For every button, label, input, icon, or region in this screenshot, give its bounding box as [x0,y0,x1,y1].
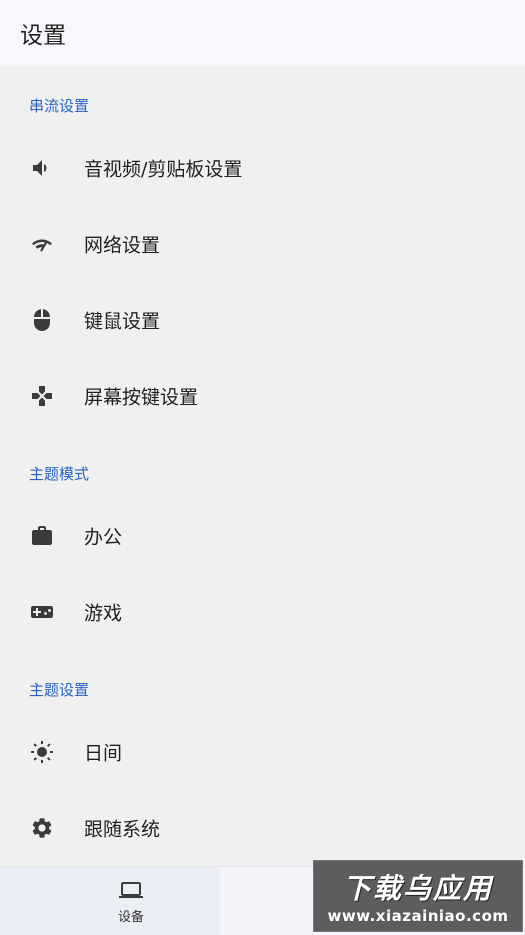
setting-item-label: 游戏 [84,602,123,625]
watermark-url: www.xiazainiao.com [327,907,509,925]
laptop-icon [119,882,143,898]
setting-item-keyboard-mouse[interactable]: 键鼠设置 [0,290,525,350]
gear-icon [30,816,54,840]
section-header-streaming: 串流设置 [29,97,90,115]
nav-item-label: 设备 [117,910,144,925]
section-header-theme-mode: 主题模式 [29,465,90,483]
app-bar: 设置 [0,0,525,66]
watermark-title: 下载乌应用 [342,872,493,905]
setting-item-label: 办公 [84,526,123,549]
setting-item-av-clipboard[interactable]: 音视频/剪贴板设置 [0,138,525,198]
setting-item-label: 音视频/剪贴板设置 [84,158,243,181]
setting-item-game[interactable]: 游戏 [0,582,525,642]
setting-item-label: 键鼠设置 [84,310,161,333]
setting-item-screen-keys[interactable]: 屏幕按键设置 [0,366,525,426]
wifi-signal-icon [30,232,54,256]
setting-item-follow-system[interactable]: 跟随系统 [0,798,525,858]
game-controller-icon [30,600,54,624]
setting-item-label: 跟随系统 [84,818,161,841]
settings-list: 串流设置 音视频/剪贴板设置 网络设置 键鼠设置 屏幕按键设置 主题模式 办公 [0,66,525,866]
setting-item-label: 网络设置 [84,234,161,257]
nav-item-devices[interactable]: 设备 [0,867,220,935]
setting-item-daytime[interactable]: 日间 [0,722,525,782]
setting-item-office[interactable]: 办公 [0,506,525,566]
watermark-logo: 下载乌应用 www.xiazainiao.com [313,860,523,932]
setting-item-label: 屏幕按键设置 [84,386,199,409]
briefcase-icon [30,524,54,548]
setting-item-label: 日间 [84,742,123,765]
gamepad-icon [30,384,54,408]
page-title: 设置 [20,23,66,49]
mouse-icon [30,308,54,332]
setting-item-network[interactable]: 网络设置 [0,214,525,274]
section-header-theme-settings: 主题设置 [29,681,90,699]
sun-icon [30,740,54,764]
volume-icon [30,156,54,180]
